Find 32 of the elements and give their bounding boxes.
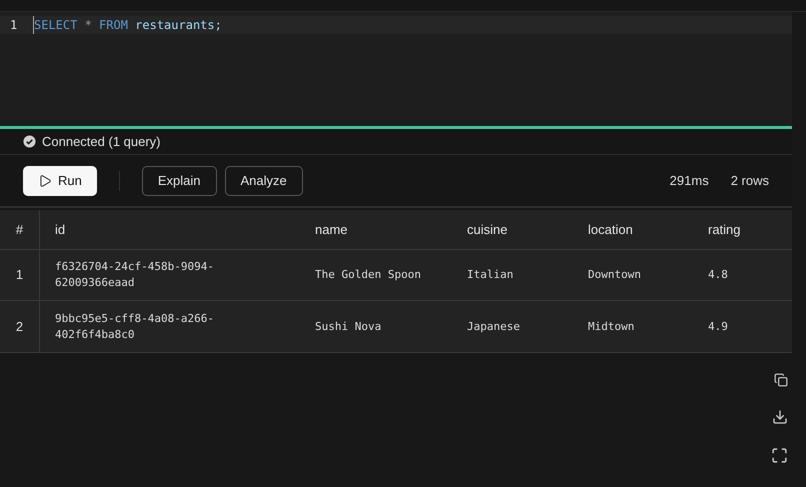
toolbar-button[interactable]: Analyze	[224, 166, 303, 196]
table-cell: Italian	[467, 267, 514, 283]
line-number: 1	[9, 17, 18, 34]
table-cell-text: f6326704-24cf-458b-9094-62009366eaad	[55, 259, 215, 291]
table-cell-text: 9bbc95e5-cff8-4a08-a266-402f6f4ba8c0	[55, 310, 215, 342]
query-duration: 291ms	[670, 172, 709, 190]
code-editor[interactable]: 1 SELECT * FROM restaurants;	[0, 12, 792, 126]
column-header[interactable]: #	[16, 220, 24, 240]
copy-icon[interactable]	[774, 373, 788, 387]
column-header[interactable]: location	[588, 220, 633, 240]
download-icon[interactable]	[772, 409, 788, 425]
table-cell: 4.9	[708, 318, 728, 334]
check-circle-icon	[23, 135, 36, 148]
column-header[interactable]: cuisine	[467, 220, 508, 240]
table-cell: Midtown	[588, 318, 634, 334]
code-line: SELECT * FROM restaurants;	[33, 16, 222, 34]
table-cell: Sushi Nova	[315, 318, 382, 334]
row-number: 2	[16, 318, 24, 336]
toolbar-button[interactable]: Explain	[142, 166, 216, 196]
row-count: 2 rows	[730, 172, 769, 190]
column-header[interactable]: id	[55, 220, 66, 240]
table-cell: 4.8	[708, 267, 728, 283]
play-icon	[38, 174, 52, 188]
connection-status: Connected (1 query)	[42, 132, 161, 151]
table-cell: Downtown	[588, 267, 641, 283]
column-header[interactable]: rating	[708, 220, 741, 240]
row-number: 1	[16, 266, 24, 284]
table-cell: The Golden Spoon	[315, 267, 421, 283]
table-cell: Japanese	[467, 318, 520, 334]
expand-icon[interactable]	[771, 447, 788, 464]
run-button[interactable]: Run	[23, 166, 97, 196]
column-header[interactable]: name	[315, 220, 348, 240]
